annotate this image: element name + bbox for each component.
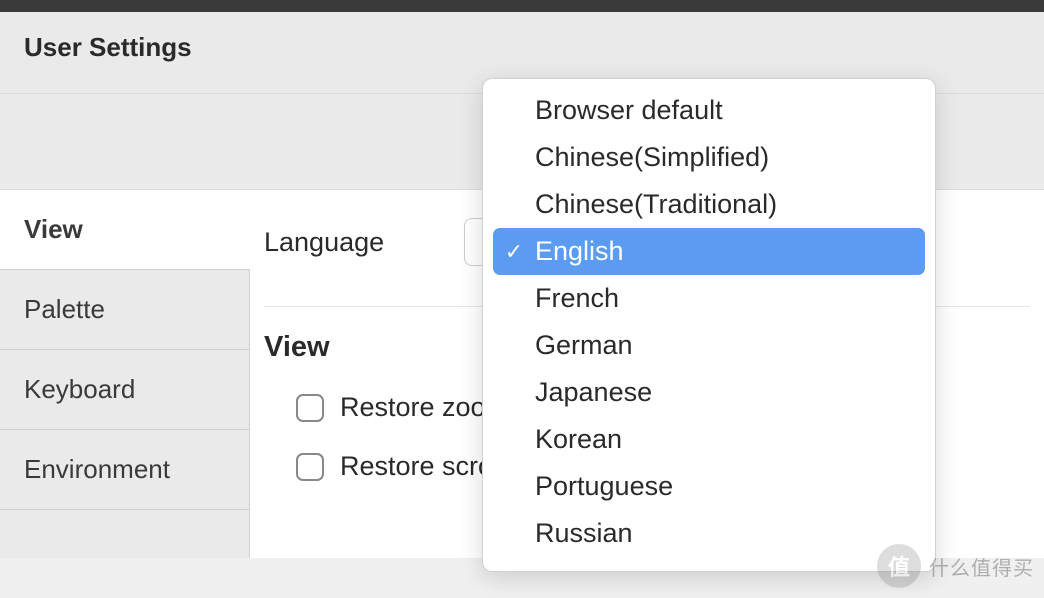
- dropdown-option-label: Portuguese: [535, 471, 673, 502]
- sidebar-tab-label: Keyboard: [24, 374, 135, 404]
- dropdown-option-english[interactable]: ✓ English: [493, 228, 925, 275]
- settings-sidebar: View Palette Keyboard Environment: [0, 190, 250, 558]
- watermark-text: 什么值得买: [929, 552, 1034, 581]
- dropdown-option-german[interactable]: German: [493, 322, 925, 369]
- dropdown-option-korean[interactable]: Korean: [493, 416, 925, 463]
- dropdown-option-label: Japanese: [535, 377, 652, 408]
- dropdown-option-label: Russian: [535, 518, 633, 549]
- checkbox-label: Restore zoo: [340, 392, 486, 423]
- dropdown-option-label: Korean: [535, 424, 622, 455]
- dropdown-option-label: Chinese(Simplified): [535, 142, 769, 173]
- sidebar-tab-keyboard[interactable]: Keyboard: [0, 350, 250, 430]
- checkbox-restore-scroll[interactable]: [296, 453, 324, 481]
- dropdown-option-label: German: [535, 330, 633, 361]
- dropdown-option-chinese-traditional[interactable]: Chinese(Traditional): [493, 181, 925, 228]
- language-dropdown-menu[interactable]: Browser default Chinese(Simplified) Chin…: [482, 78, 936, 572]
- sidebar-tab-label: Environment: [24, 454, 170, 484]
- dropdown-option-french[interactable]: French: [493, 275, 925, 322]
- dropdown-option-label: Browser default: [535, 95, 723, 126]
- dropdown-option-japanese[interactable]: Japanese: [493, 369, 925, 416]
- sidebar-tab-empty: [0, 510, 250, 558]
- language-label: Language: [264, 227, 464, 258]
- window-top-bar: [0, 0, 1044, 12]
- check-icon: ✓: [503, 239, 525, 265]
- dropdown-option-label: English: [535, 236, 624, 267]
- sidebar-tab-view[interactable]: View: [0, 190, 250, 270]
- dropdown-option-label: French: [535, 283, 619, 314]
- sidebar-tab-environment[interactable]: Environment: [0, 430, 250, 510]
- dropdown-option-russian[interactable]: Russian: [493, 510, 925, 557]
- dropdown-option-browser-default[interactable]: Browser default: [493, 87, 925, 134]
- checkbox-restore-zoom[interactable]: [296, 394, 324, 422]
- dropdown-option-portuguese[interactable]: Portuguese: [493, 463, 925, 510]
- dropdown-option-label: Chinese(Traditional): [535, 189, 777, 220]
- page-title: User Settings: [24, 32, 1020, 63]
- sidebar-tab-label: Palette: [24, 294, 105, 324]
- watermark: 值 什么值得买: [877, 544, 1034, 588]
- sidebar-tab-label: View: [24, 214, 83, 244]
- watermark-badge: 值: [877, 544, 921, 588]
- sidebar-tab-palette[interactable]: Palette: [0, 270, 250, 350]
- dropdown-option-chinese-simplified[interactable]: Chinese(Simplified): [493, 134, 925, 181]
